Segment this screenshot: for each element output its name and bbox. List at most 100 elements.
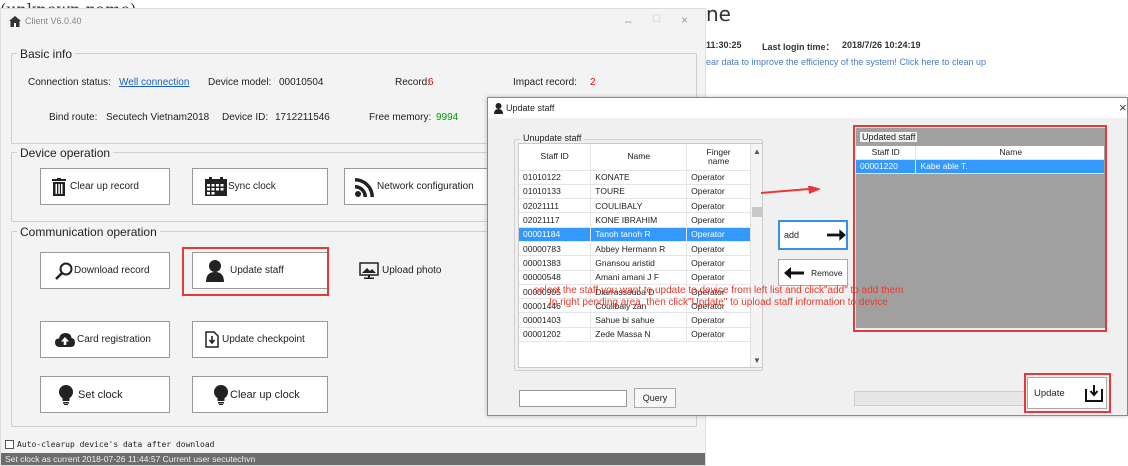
background-heading-fragment: ne bbox=[706, 2, 731, 26]
column-header[interactable]: Finger name bbox=[686, 144, 751, 171]
sync-clock-label: Sync clock bbox=[228, 181, 276, 192]
table-cell: Operator bbox=[686, 212, 751, 228]
bind-route-label: Bind route: bbox=[49, 112, 98, 123]
table-cell: Operator bbox=[686, 270, 751, 285]
bind-route-value: Secutech Vietnam2018 bbox=[106, 112, 210, 123]
arrow-right-icon bbox=[827, 229, 846, 241]
close-button[interactable]: × bbox=[681, 13, 688, 27]
lightbulb-icon bbox=[214, 384, 228, 405]
unupdate-scrollbar[interactable]: ▲ ▼ bbox=[750, 144, 762, 367]
cleanup-link[interactable]: ear data to improve the efficiency of th… bbox=[706, 57, 986, 67]
table-row[interactable]: 00001383 Gnansou aristid Operator bbox=[519, 255, 751, 271]
query-label: Query bbox=[642, 393, 668, 403]
download-record-label: Download record bbox=[74, 265, 150, 276]
client-title: Client V6.0.40 bbox=[25, 16, 82, 26]
table-cell: Operator bbox=[686, 184, 751, 200]
home-icon bbox=[9, 15, 21, 27]
free-memory-value: 9994 bbox=[436, 112, 459, 123]
set-clock-label: Set clock bbox=[78, 388, 123, 401]
device-model-label: Device model: bbox=[208, 77, 272, 88]
table-cell: 00000548 bbox=[519, 270, 592, 285]
minimize-button[interactable]: – bbox=[625, 14, 632, 28]
column-header[interactable]: Staff ID bbox=[519, 144, 592, 171]
file-download-icon bbox=[205, 331, 219, 348]
table-cell: 01010133 bbox=[519, 184, 592, 200]
table-cell: Operator bbox=[686, 198, 751, 214]
table-row[interactable]: 02021111 COULIBALY Operator bbox=[519, 198, 751, 214]
update-button-highlight bbox=[1024, 373, 1111, 413]
communication-operation-title: Communication operation bbox=[17, 225, 160, 239]
download-record-button[interactable]: Download record bbox=[40, 252, 170, 289]
add-label: add bbox=[784, 230, 800, 240]
update-checkpoint-button[interactable]: Update checkpoint bbox=[192, 321, 328, 358]
table-row[interactable]: 00000783 Abbey Hermann R Operator bbox=[519, 241, 751, 257]
table-cell: Operator bbox=[686, 255, 751, 271]
search-icon bbox=[55, 262, 73, 280]
upload-photo-button[interactable]: Upload photo bbox=[344, 252, 489, 289]
clear-up-clock-button[interactable]: Clear up clock bbox=[192, 376, 328, 413]
unupdate-staff-list[interactable]: Staff ID Name Finger name 01010122 KONATE Op… bbox=[518, 143, 763, 368]
client-titlebar: Client V6.0.40 – ☐ × bbox=[1, 9, 705, 33]
table-row[interactable]: 00001184 Tanoh tanoh R Operator bbox=[519, 227, 751, 242]
table-cell: KONE IBRAHIM bbox=[590, 212, 688, 228]
table-cell: 02021117 bbox=[519, 212, 592, 228]
device-id-value: 1712211546 bbox=[275, 112, 330, 123]
network-configuration-label: Network configuration bbox=[377, 181, 474, 192]
device-model-value: 00010504 bbox=[279, 77, 324, 88]
auto-clearup-option[interactable]: Auto-clearup device's data after downloa… bbox=[5, 440, 214, 449]
red-arrow-annotation bbox=[761, 186, 821, 194]
dialog-close-button[interactable]: × bbox=[1119, 100, 1127, 115]
status-bar: Set clock as current 2018-07-26 11:44:57… bbox=[1, 453, 705, 465]
set-clock-button[interactable]: Set clock bbox=[40, 376, 170, 413]
update-staff-dialog: Update staff × Unupdate staff Staff ID Na… bbox=[487, 97, 1128, 416]
table-cell: Operator bbox=[686, 327, 751, 343]
table-cell: TOURE bbox=[590, 184, 688, 200]
table-cell: 02021111 bbox=[519, 198, 592, 214]
table-row[interactable]: 00001403 Sahue bi sahue Operator bbox=[519, 312, 751, 328]
auto-clearup-label: Auto-clearup device's data after downloa… bbox=[17, 440, 215, 449]
table-cell: COULIBALY bbox=[590, 198, 688, 214]
scrollbar-thumb[interactable] bbox=[752, 207, 762, 217]
connection-status-label: Connection status: bbox=[28, 77, 111, 88]
table-cell: 00001403 bbox=[519, 312, 592, 328]
query-button[interactable]: Query bbox=[634, 388, 676, 408]
monitor-icon bbox=[359, 262, 379, 279]
table-cell: 01010122 bbox=[519, 170, 592, 185]
table-row[interactable]: 00001202 Zede Massa N Operator bbox=[519, 327, 751, 343]
upload-photo-label: Upload photo bbox=[382, 265, 442, 276]
table-row[interactable]: 01010133 TOURE Operator bbox=[519, 184, 751, 200]
network-configuration-button[interactable]: Network configuration bbox=[344, 168, 489, 205]
sync-clock-button[interactable]: Sync clock bbox=[192, 168, 328, 205]
rss-icon bbox=[355, 177, 374, 197]
impact-record-label: Impact record: bbox=[513, 77, 577, 88]
table-cell: 00001202 bbox=[519, 327, 592, 343]
auto-clearup-checkbox[interactable] bbox=[5, 440, 14, 449]
last-login-label: Last login time： bbox=[762, 42, 835, 52]
maximize-button[interactable]: ☐ bbox=[652, 14, 661, 25]
table-row[interactable]: 02021117 KONE IBRAHIM Operator bbox=[519, 212, 751, 228]
clear-up-record-button[interactable]: Clear up record bbox=[40, 168, 170, 205]
update-staff-highlight bbox=[182, 247, 329, 296]
table-cell: Sahue bi sahue bbox=[590, 312, 688, 328]
card-registration-button[interactable]: Card registration bbox=[40, 321, 170, 358]
column-header[interactable]: Name bbox=[590, 144, 688, 171]
connection-status-link[interactable]: Well connection bbox=[119, 77, 189, 88]
table-cell: Abbey Hermann R bbox=[590, 241, 688, 257]
table-cell: Operator bbox=[686, 241, 751, 257]
update-checkpoint-label: Update checkpoint bbox=[222, 334, 305, 345]
table-cell: KONATE bbox=[590, 170, 688, 185]
cloud-upload-icon bbox=[55, 332, 75, 347]
basic-info-title: Basic info bbox=[17, 47, 76, 61]
table-cell: Operator bbox=[686, 312, 751, 328]
remove-button[interactable]: Remove bbox=[778, 259, 848, 286]
remove-label: Remove bbox=[811, 267, 843, 278]
table-cell: Operator bbox=[686, 227, 751, 242]
table-cell: Gnansou aristid bbox=[590, 255, 688, 271]
screenshot: (unknown name) ne 11:30:25 Last login ti… bbox=[0, 0, 1128, 466]
device-operation-title: Device operation bbox=[17, 146, 114, 160]
add-button[interactable]: add bbox=[778, 220, 848, 250]
table-cell: Zede Massa N bbox=[590, 327, 688, 343]
query-input[interactable] bbox=[519, 390, 627, 407]
table-row[interactable]: 01010122 KONATE Operator bbox=[519, 170, 751, 185]
table-row[interactable]: 00000548 Amani amani J F Operator bbox=[519, 270, 751, 285]
